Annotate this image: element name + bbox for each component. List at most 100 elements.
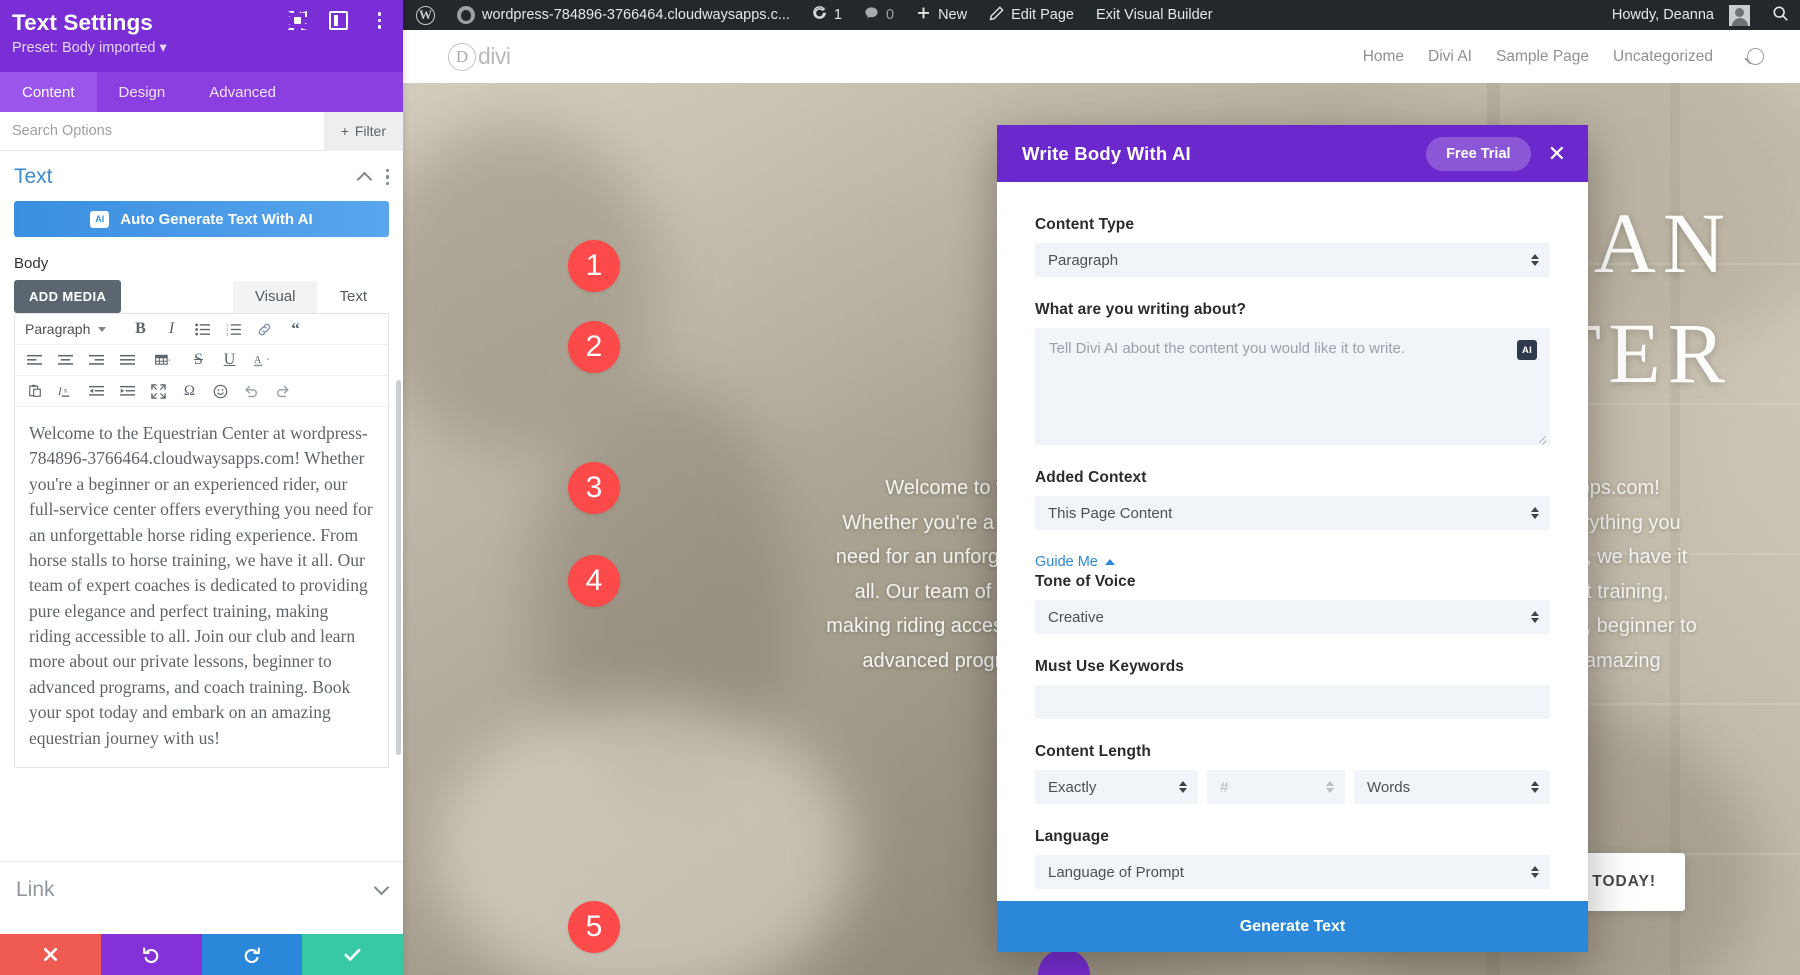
tab-visual[interactable]: Visual	[233, 281, 318, 313]
auto-generate-label: Auto Generate Text With AI	[120, 211, 312, 228]
settings-panel-scroll-area: Text AI Auto Generate Text With AI Body …	[0, 151, 403, 917]
generate-text-button[interactable]: Generate Text	[997, 901, 1588, 952]
wp-logo-menu[interactable]: W	[403, 0, 446, 30]
more-vertical-icon[interactable]	[386, 169, 390, 186]
editor-toolbar-row-1: Paragraph B I 123 “	[15, 314, 388, 345]
admin-bar-right: Howdy, Deanna	[1601, 0, 1800, 30]
more-vertical-icon[interactable]	[370, 11, 389, 30]
numbered-list-icon[interactable]: 123	[218, 317, 249, 341]
svg-text:2: 2	[226, 327, 228, 331]
tab-advanced[interactable]: Advanced	[187, 72, 298, 112]
align-justify-icon[interactable]	[112, 348, 143, 372]
tab-content[interactable]: Content	[0, 72, 97, 112]
auto-generate-text-with-ai-button[interactable]: AI Auto Generate Text With AI	[14, 201, 389, 237]
account-menu[interactable]: Howdy, Deanna	[1601, 0, 1761, 30]
redo-button[interactable]	[202, 934, 303, 975]
prompt-textarea[interactable]: Tell Divi AI about the content you would…	[1035, 328, 1550, 445]
bold-icon[interactable]: B	[125, 317, 156, 341]
save-changes-button[interactable]	[302, 934, 403, 975]
language-value: Language of Prompt	[1048, 864, 1184, 881]
guide-me-label: Guide Me	[1035, 554, 1098, 570]
text-section-header[interactable]: Text	[0, 151, 403, 201]
fullscreen-icon[interactable]	[143, 379, 174, 403]
content-length-unit-select[interactable]: Words	[1354, 770, 1550, 804]
guide-me-toggle[interactable]: Guide Me	[1035, 554, 1550, 570]
discard-changes-button[interactable]	[0, 934, 101, 975]
search-icon[interactable]	[1747, 48, 1764, 65]
align-left-icon[interactable]	[19, 348, 50, 372]
revisions-menu[interactable]: 1	[801, 0, 853, 30]
content-type-label: Content Type	[1035, 216, 1550, 234]
chevron-down-icon: ▾	[160, 40, 167, 56]
table-icon[interactable]	[143, 348, 183, 372]
nav-item-uncategorized[interactable]: Uncategorized	[1613, 48, 1713, 66]
redo-icon[interactable]	[267, 379, 298, 403]
filter-button[interactable]: + Filter	[324, 112, 403, 151]
chevron-up-icon[interactable]	[356, 171, 372, 187]
undo-icon[interactable]	[236, 379, 267, 403]
italic-icon[interactable]: I	[156, 317, 187, 341]
indent-icon[interactable]	[112, 379, 143, 403]
bulleted-list-icon[interactable]	[187, 317, 218, 341]
search-input[interactable]: Search Options	[12, 123, 324, 139]
added-context-select[interactable]: This Page Content	[1035, 496, 1550, 530]
align-right-icon[interactable]	[81, 348, 112, 372]
content-length-mode-select[interactable]: Exactly	[1035, 770, 1198, 804]
site-nav: Home Divi AI Sample Page Uncategorized	[1363, 48, 1764, 66]
focus-icon[interactable]	[288, 11, 307, 30]
close-icon[interactable]: ✕	[1548, 143, 1566, 165]
layout-icon[interactable]	[329, 11, 348, 30]
nav-item-home[interactable]: Home	[1363, 48, 1404, 66]
must-use-keywords-input[interactable]	[1035, 685, 1550, 719]
clear-formatting-icon[interactable]: Ix	[50, 379, 81, 403]
site-name-menu[interactable]: wordpress-784896-3766464.cloudwaysapps.c…	[446, 0, 801, 30]
divi-logo-text: divi	[478, 43, 511, 70]
field-prompt: What are you writing about? Tell Divi AI…	[1035, 301, 1550, 445]
outdent-icon[interactable]	[81, 379, 112, 403]
admin-search-button[interactable]	[1761, 0, 1800, 30]
nav-item-sample-page[interactable]: Sample Page	[1496, 48, 1589, 66]
update-icon	[812, 6, 827, 25]
select-arrows-icon	[1531, 254, 1539, 266]
link-section-header[interactable]: Link	[0, 861, 403, 917]
paragraph-format-value: Paragraph	[25, 321, 90, 337]
new-content-menu[interactable]: New	[905, 0, 978, 30]
language-select[interactable]: Language of Prompt	[1035, 855, 1550, 889]
exit-visual-builder-button[interactable]: Exit Visual Builder	[1085, 0, 1224, 30]
stepper-arrows-icon[interactable]	[1326, 781, 1334, 793]
editor-toolbar-row-2: S U A	[15, 345, 388, 376]
underline-icon[interactable]: U	[214, 348, 245, 372]
preset-selector[interactable]: Preset: Body imported ▾	[12, 40, 389, 56]
paragraph-format-select[interactable]: Paragraph	[19, 321, 125, 337]
paste-as-text-icon[interactable]	[19, 379, 50, 403]
text-color-icon[interactable]: A	[245, 348, 287, 372]
blockquote-icon[interactable]: “	[280, 317, 311, 341]
free-trial-button[interactable]: Free Trial	[1426, 137, 1530, 171]
chevron-up-icon	[1105, 559, 1115, 565]
link-icon[interactable]	[249, 317, 280, 341]
nav-item-divi-ai[interactable]: Divi AI	[1428, 48, 1472, 66]
tab-design[interactable]: Design	[97, 72, 188, 112]
tab-text[interactable]: Text	[317, 281, 389, 313]
divi-logo[interactable]: D divi	[448, 43, 511, 71]
resize-handle-icon[interactable]	[1536, 432, 1547, 443]
edit-page-menu[interactable]: Edit Page	[978, 0, 1085, 30]
chevron-down-icon[interactable]	[374, 880, 390, 896]
tone-of-voice-select[interactable]: Creative	[1035, 600, 1550, 634]
comments-menu[interactable]: 0	[853, 0, 905, 30]
ai-badge-icon[interactable]: AI	[1517, 340, 1537, 360]
content-type-select[interactable]: Paragraph	[1035, 243, 1550, 277]
align-center-icon[interactable]	[50, 348, 81, 372]
body-text-content[interactable]: Welcome to the Equestrian Center at word…	[15, 407, 388, 767]
settings-panel-scrollbar[interactable]	[396, 380, 401, 755]
select-arrows-icon	[1179, 781, 1187, 793]
strikethrough-icon[interactable]: S	[183, 348, 214, 372]
add-media-button[interactable]: ADD MEDIA	[14, 280, 121, 313]
field-added-context: Added Context This Page Content	[1035, 469, 1550, 530]
emoji-icon[interactable]	[205, 379, 236, 403]
undo-button[interactable]	[101, 934, 202, 975]
modal-body: Content Type Paragraph What are you writ…	[997, 182, 1588, 901]
added-context-label: Added Context	[1035, 469, 1550, 487]
content-length-number-input[interactable]: #	[1207, 770, 1345, 804]
special-character-icon[interactable]: Ω	[174, 379, 205, 403]
